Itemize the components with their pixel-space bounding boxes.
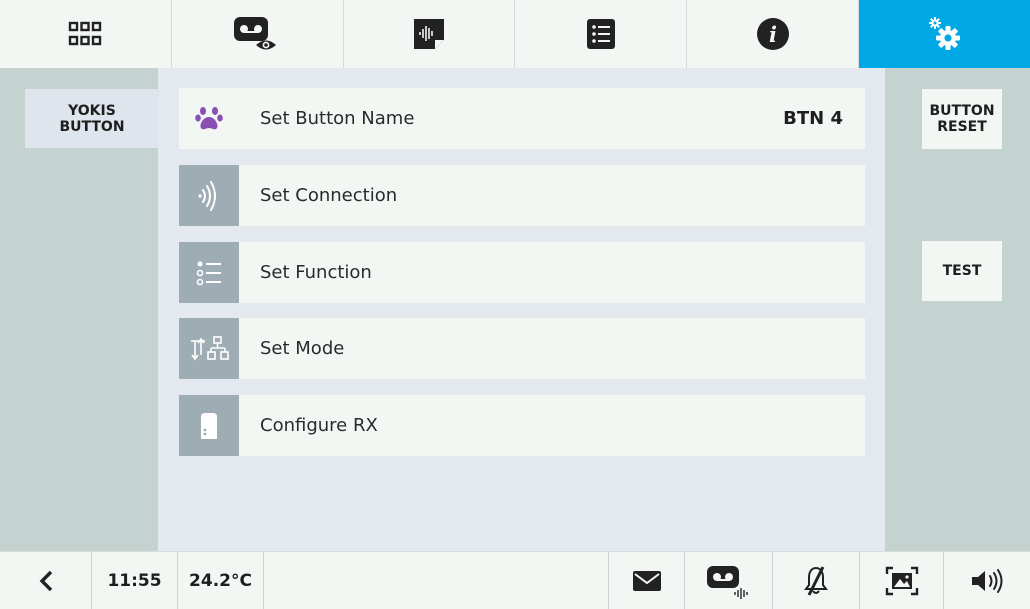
paw-icon [195,106,223,129]
menu-item-set-mode[interactable]: Set Mode [179,318,865,379]
voicemail-view-icon [234,17,277,50]
menu-item-icon-box [179,165,239,226]
speaker-icon [972,568,1003,593]
bottom-status-bar: 11:55 24.2°C [0,551,1030,609]
menu-item-label: Set Mode [260,338,345,359]
wireless-signal-icon [198,180,216,211]
settings-gears-icon [928,17,960,50]
top-navigation-bar: i [0,0,1030,68]
menu-item-icon-box [179,242,239,303]
messages-button[interactable] [609,552,685,609]
menu-item-set-function[interactable]: Set Function [179,242,865,303]
bell-muted-icon [804,565,828,596]
temperature-readout: 24.2°C [178,552,264,609]
receiver-module-icon [201,412,217,439]
menu-item-set-button-name[interactable]: Set Button Name BTN 4 [179,88,865,149]
picture-frame-button[interactable] [860,552,944,609]
volume-button[interactable] [944,552,1030,609]
menu-item-label: Set Function [260,262,372,283]
audio-message-icon [414,19,445,49]
app-grid-icon [69,21,102,46]
yokis-button-label: YOKIS BUTTON [25,89,159,148]
list-icon [586,19,615,49]
back-button[interactable] [0,552,92,609]
screen: i YOKIS BUTTON BUTTON RESET TEST Set But… [0,0,1030,609]
back-arrow-icon [39,570,52,591]
tab-settings[interactable] [859,0,1030,68]
menu-item-icon-box [179,395,239,456]
menu-item-icon-box [179,318,239,379]
voicemail-audio-icon [706,565,748,599]
test-button[interactable]: TEST [922,241,1002,301]
tab-apps[interactable] [0,0,172,68]
menu-item-label: Set Button Name [260,108,415,129]
menu-item-configure-rx[interactable]: Configure RX [179,395,865,456]
tab-voicemail-view[interactable] [172,0,344,68]
menu-item-set-connection[interactable]: Set Connection [179,165,865,226]
info-icon: i [756,18,789,50]
menu-item-label: Configure RX [260,415,378,436]
clock-time: 11:55 [92,552,178,609]
menu-item-label: Set Connection [260,185,398,206]
mode-hierarchy-icon [191,335,229,360]
button-name-value: BTN 4 [783,108,843,129]
tab-info[interactable]: i [687,0,860,68]
button-reset[interactable]: BUTTON RESET [922,89,1002,149]
menu-item-icon-box [179,88,239,149]
status-spacer [264,552,609,609]
picture-frame-icon [885,566,918,595]
tab-list[interactable] [515,0,688,68]
voicemail-audio-button[interactable] [685,552,773,609]
mute-bell-button[interactable] [773,552,860,609]
tab-audio-messages[interactable] [344,0,516,68]
function-list-icon [196,261,221,285]
svg-text:i: i [769,22,777,47]
mail-icon [632,570,661,591]
